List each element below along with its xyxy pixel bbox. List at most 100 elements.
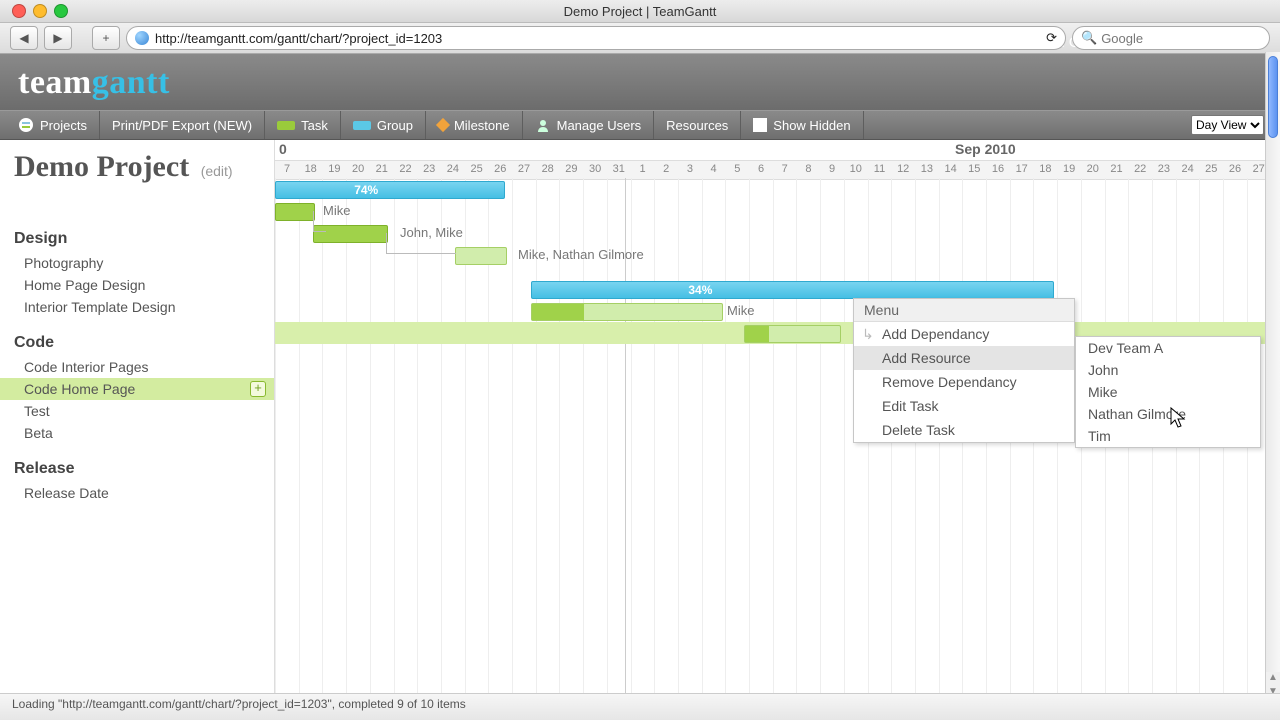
day-label: 19 [322,163,346,175]
group-label[interactable]: Code [0,330,274,356]
edit-project-link[interactable]: (edit) [201,163,233,179]
context-menu-item[interactable]: Edit Task [854,394,1074,418]
view-select[interactable]: Day View [1191,115,1264,135]
day-label: 27 [512,163,536,175]
gantt-row[interactable]: Mike [275,300,1280,322]
day-label: 20 [346,163,370,175]
projects-button[interactable]: Projects [6,111,100,139]
gantt-row[interactable]: Mike, Nathan Gilmore [275,244,1280,266]
day-label: 18 [1033,163,1057,175]
task-label[interactable]: Code Home Page+ [0,378,274,400]
day-label: 17 [1010,163,1034,175]
day-label: 16 [986,163,1010,175]
context-menu-item[interactable]: Add Dependancy↳ [854,322,1074,346]
context-menu-item[interactable]: Delete Task [854,418,1074,442]
task-bar[interactable] [744,325,841,343]
day-label: 26 [1223,163,1247,175]
vertical-scrollbar[interactable]: ▲ ▼ [1265,52,1280,700]
group-bar[interactable]: 74% [275,181,505,199]
day-label: 22 [394,163,418,175]
reload-icon[interactable]: ⟳ [1046,30,1057,46]
manage-users-button[interactable]: Manage Users [523,111,655,139]
day-label: 28 [536,163,560,175]
search-field[interactable]: 🔍 Google [1072,26,1270,50]
day-label: 23 [1152,163,1176,175]
group-label[interactable]: Design [0,226,274,252]
url-field[interactable]: http://teamgantt.com/gantt/chart/?projec… [126,26,1066,50]
day-label: 8 [796,163,820,175]
milestone-icon [436,118,450,132]
day-label: 13 [915,163,939,175]
day-label: 10 [844,163,868,175]
day-label: 31 [607,163,631,175]
minimize-window-icon[interactable] [33,4,47,18]
scrollbar-thumb[interactable] [1268,56,1278,138]
day-label: 21 [1105,163,1129,175]
day-label: 22 [1128,163,1152,175]
task-bar[interactable] [455,247,507,265]
logo[interactable]: teamgantt [18,64,170,101]
group-bar[interactable]: 34% [531,281,1054,299]
day-label: 24 [1176,163,1200,175]
resource-option[interactable]: Mike [1076,381,1260,403]
task-label[interactable]: Release Date [0,482,274,504]
site-icon [135,31,149,45]
content-area: Demo Project (edit) DesignPhotographyHom… [0,140,1280,710]
resource-option[interactable]: Nathan Gilmore [1076,403,1260,425]
new-group-button[interactable]: Group [341,111,426,139]
back-button[interactable]: ◀ [10,26,38,50]
day-label: 14 [939,163,963,175]
scroll-up-icon[interactable]: ▲ [1266,672,1280,686]
group-label[interactable]: Release [0,456,274,482]
projects-icon [18,117,34,133]
group-icon [353,121,371,130]
gantt-row[interactable]: 34% [275,278,1280,300]
show-hidden-toggle[interactable]: Show Hidden [741,111,863,139]
task-bar[interactable] [275,203,315,221]
add-bookmark-button[interactable]: + [92,26,120,50]
checkbox-icon [753,118,767,132]
forward-button[interactable]: ▶ [44,26,72,50]
task-sidebar: Demo Project (edit) DesignPhotographyHom… [0,140,275,710]
day-label: 2 [654,163,678,175]
context-menu[interactable]: Menu Add Dependancy↳Add ResourceRemove D… [853,298,1075,443]
task-label[interactable]: Photography [0,252,274,274]
resource-option[interactable]: Tim [1076,425,1260,447]
context-menu-item[interactable]: Remove Dependancy [854,370,1074,394]
resource-submenu[interactable]: Dev Team AJohnMikeNathan GilmoreTim [1075,336,1261,448]
day-label: 7 [275,163,299,175]
gantt-row[interactable]: 74% [275,178,1280,200]
context-menu-item[interactable]: Add Resource [854,346,1074,370]
task-bar[interactable] [531,303,723,321]
task-label[interactable]: Test [0,400,274,422]
task-label[interactable]: Beta [0,422,274,444]
export-button[interactable]: Print/PDF Export (NEW) [100,111,265,139]
view-selector[interactable]: Day View [1191,115,1264,135]
close-window-icon[interactable] [12,4,26,18]
resources-button[interactable]: Resources [654,111,741,139]
task-label[interactable]: Code Interior Pages [0,356,274,378]
task-label[interactable]: Interior Template Design [0,296,274,318]
day-label: 3 [678,163,702,175]
mac-titlebar: Demo Project | TeamGantt [0,0,1280,23]
new-milestone-button[interactable]: Milestone [426,111,523,139]
app-header: teamgantt Logged in as Nathan Gilmore, L… [0,54,1280,110]
window-title: Demo Project | TeamGantt [0,4,1280,19]
day-label: 23 [417,163,441,175]
users-icon [535,117,551,133]
context-menu-title: Menu [854,299,1074,322]
resource-option[interactable]: John [1076,359,1260,381]
resource-option[interactable]: Dev Team A [1076,337,1260,359]
gantt-row[interactable]: Mike [275,200,1280,222]
search-icon: 🔍 [1081,30,1097,46]
task-icon [277,121,295,130]
day-label: 4 [702,163,726,175]
add-icon[interactable]: + [250,381,266,397]
task-label[interactable]: Home Page Design [0,274,274,296]
new-task-button[interactable]: Task [265,111,341,139]
day-label: 7 [773,163,797,175]
zoom-window-icon[interactable] [54,4,68,18]
day-label: 11 [868,163,892,175]
timeline[interactable]: 0 Sep 2010 71819202122232425262728293031… [275,140,1280,710]
day-label: 12 [891,163,915,175]
